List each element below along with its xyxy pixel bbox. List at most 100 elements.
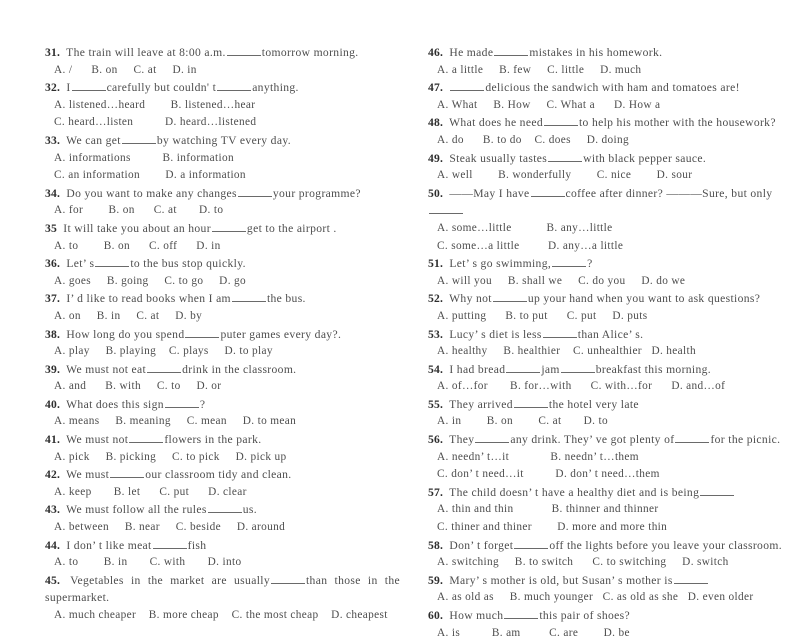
question-number: 60. [428, 609, 444, 622]
answer-blank[interactable] [110, 468, 145, 479]
answer-blank[interactable] [492, 292, 527, 303]
option-line[interactable]: C. heard…listen D. heard…listened [45, 114, 400, 132]
stem-text-before-blank: I’ d like to read books when I am [66, 292, 231, 306]
option-line[interactable]: A. goes B. going C. to go D. go [45, 273, 400, 291]
stem-text-before-blank: Lucy’ s diet is less [449, 327, 542, 341]
stem-text-before-blank: ——May I have [449, 186, 530, 200]
option-line[interactable]: A. healthy B. healthier C. unhealthier D… [428, 343, 783, 361]
answer-blank[interactable] [673, 573, 708, 584]
answer-blank[interactable] [506, 362, 541, 373]
option-line[interactable]: A. a little B. few C. little D. much [428, 62, 783, 80]
option-line[interactable]: A. / B. on C. at D. in [45, 62, 400, 80]
answer-blank[interactable] [147, 362, 182, 373]
option-line[interactable]: A. What B. How C. What a D. How a [428, 97, 783, 115]
question-number: 33. [45, 133, 61, 147]
answer-blank[interactable] [542, 327, 577, 338]
option-line[interactable]: A. play B. playing C. plays D. to play [45, 343, 400, 361]
question-item: 41. We must not flowers in the park. A. pi… [45, 431, 400, 466]
option-line[interactable]: A. do B. to do C. does D. doing [428, 132, 783, 150]
option-line[interactable]: A. between B. near C. beside D. around [45, 519, 400, 537]
question-stem: 42. We must our classroom tidy and clean. [45, 466, 400, 484]
question-item: 43. We must follow all the rules us. A. be… [45, 501, 400, 536]
answer-blank[interactable] [675, 433, 710, 444]
answer-blank[interactable] [207, 503, 242, 514]
option-line[interactable]: A. putting B. to put C. put D. puts [428, 308, 783, 326]
question-stem: 33. We can get by watching TV every day. [45, 132, 400, 150]
option-line[interactable]: A. to B. in C. with D. into [45, 554, 400, 572]
option-line[interactable]: A. and B. with C. to D. or [45, 378, 400, 396]
option-line[interactable]: A. of…for B. for…with C. with…for D. and… [428, 378, 783, 396]
question-stem: 35 It will take you about an hour get to … [45, 220, 400, 238]
answer-blank[interactable] [129, 433, 164, 444]
answer-blank[interactable] [494, 46, 529, 56]
answer-blank[interactable] [231, 292, 266, 303]
option-line[interactable]: A. switching B. to switch C. to switchin… [428, 554, 783, 572]
option-line[interactable]: A. means B. meaning C. mean D. to mean [45, 413, 400, 431]
answer-blank[interactable] [514, 538, 549, 549]
answer-blank[interactable] [504, 609, 539, 619]
answer-blank[interactable] [95, 257, 130, 268]
question-item: 33. We can get by watching TV every day. A… [45, 132, 400, 185]
option-line[interactable]: C. thiner and thiner D. more and more th… [428, 519, 783, 537]
answer-blank[interactable] [560, 362, 595, 373]
question-stem: 38. How long do you spend puter games eve… [45, 326, 400, 344]
question-item: 32. Icarefully but couldn' t anything. A. … [45, 79, 400, 132]
answer-blank[interactable] [450, 81, 485, 92]
option-line[interactable]: A. thin and thin B. thinner and thinner [428, 501, 783, 519]
option-line[interactable]: A. to B. on C. off D. in [45, 238, 400, 256]
answer-blank[interactable] [270, 573, 305, 584]
question-item: 56. They any drink. They’ ve got plenty o… [428, 431, 783, 484]
option-line[interactable]: A. is B. am C. are D. be [428, 625, 783, 642]
stem-text-after-blank-2: breakfast this morning. [595, 362, 712, 376]
question-stem: 58. Don’ t forget off the lights before y… [428, 537, 783, 555]
option-line[interactable]: A. informations B. information [45, 150, 400, 168]
question-stem: 36. Let’ s to the bus stop quickly. [45, 255, 400, 273]
answer-blank[interactable] [121, 133, 156, 144]
option-line[interactable]: C. an information D. a information [45, 167, 400, 185]
answer-blank[interactable] [429, 204, 463, 215]
answer-blank[interactable] [211, 221, 246, 232]
answer-blank[interactable] [513, 397, 548, 408]
option-line[interactable]: A. well B. wonderfully C. nice D. sour [428, 167, 783, 185]
option-line[interactable]: C. don’ t need…it D. don’ t need…them [428, 466, 783, 484]
question-number: 32. [45, 81, 61, 95]
option-line[interactable]: A. as old as B. much younger C. as old a… [428, 589, 783, 607]
answer-blank[interactable] [475, 433, 510, 444]
stem-text-after-blank: the hotel very late [548, 397, 639, 411]
stem-text-before-blank: Vegetables in the market are usually [70, 573, 270, 587]
option-line[interactable]: A. will you B. shall we C. do you D. do … [428, 273, 783, 291]
answer-blank[interactable] [71, 81, 106, 92]
answer-blank[interactable] [543, 116, 578, 127]
answer-blank[interactable] [237, 186, 272, 197]
question-item: 54. I had bread jam breakfast this morning… [428, 361, 783, 396]
option-line[interactable]: A. some…little B. any…little [428, 220, 783, 238]
question-item: 57. The child doesn’ t have a healthy di… [428, 484, 783, 537]
option-line[interactable]: A. pick B. picking C. to pick D. pick up [45, 449, 400, 467]
answer-blank[interactable] [217, 81, 252, 92]
option-line[interactable]: A. keep B. let C. put D. clear [45, 484, 400, 502]
stem-text-after-blank: coffee after dinner? ———Sure, but only [565, 186, 773, 200]
answer-blank[interactable] [530, 186, 565, 197]
option-line[interactable]: C. some…a little D. any…a little [428, 238, 783, 256]
option-line[interactable]: A. much cheaper B. more cheap C. the mos… [45, 607, 400, 625]
stem-text-before-blank: Do you want to make any changes [66, 186, 237, 200]
answer-blank[interactable] [700, 485, 735, 496]
stem-text-before-blank: They [449, 433, 475, 447]
answer-blank[interactable] [552, 257, 587, 268]
option-line[interactable]: A. in B. on C. at D. to [428, 413, 783, 431]
option-line[interactable]: A. for B. on C. at D. to [45, 202, 400, 220]
stem-text-before-blank: I had bread [449, 362, 506, 376]
question-number: 52. [428, 292, 444, 306]
question-stem: 44. I don’ t like meat fish [45, 537, 400, 555]
answer-blank[interactable] [185, 327, 220, 338]
question-item: 34. Do you want to make any changes your … [45, 185, 400, 220]
answer-blank[interactable] [548, 151, 583, 162]
answer-blank[interactable] [226, 46, 261, 56]
stem-text-before-blank: He made [449, 46, 494, 59]
option-line[interactable]: A. listened…heard B. listened…hear [45, 97, 400, 115]
question-item: 45. Vegetables in the market are usually… [45, 572, 400, 625]
answer-blank[interactable] [164, 397, 199, 408]
answer-blank[interactable] [152, 538, 187, 549]
option-line[interactable]: A. needn’ t…it B. needn’ t…them [428, 449, 783, 467]
option-line[interactable]: A. on B. in C. at D. by [45, 308, 400, 326]
